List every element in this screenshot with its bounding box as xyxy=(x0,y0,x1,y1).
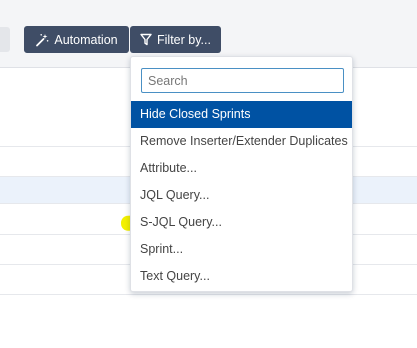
partial-button[interactable] xyxy=(0,27,10,52)
automation-button[interactable]: Automation xyxy=(24,26,129,53)
menu-item-s-jql-query[interactable]: S-JQL Query... xyxy=(131,209,352,236)
filter-dropdown-menu: Hide Closed Sprints Remove Inserter/Exte… xyxy=(130,56,353,292)
menu-item-attribute[interactable]: Attribute... xyxy=(131,155,352,182)
menu-item-jql-query[interactable]: JQL Query... xyxy=(131,182,352,209)
table-row-divider xyxy=(0,294,417,295)
menu-item-sprint[interactable]: Sprint... xyxy=(131,236,352,263)
menu-item-hide-closed-sprints[interactable]: Hide Closed Sprints xyxy=(131,101,352,128)
filter-by-button[interactable]: Filter by... xyxy=(130,26,221,53)
magic-wand-icon xyxy=(35,33,49,47)
filter-options-list: Hide Closed Sprints Remove Inserter/Exte… xyxy=(131,101,352,290)
filter-by-label: Filter by... xyxy=(157,32,211,47)
menu-item-text-query[interactable]: Text Query... xyxy=(131,263,352,290)
menu-item-remove-duplicates[interactable]: Remove Inserter/Extender Duplicates xyxy=(131,128,352,155)
automation-label: Automation xyxy=(54,32,118,47)
funnel-icon xyxy=(140,33,152,46)
search-input[interactable] xyxy=(141,68,344,93)
